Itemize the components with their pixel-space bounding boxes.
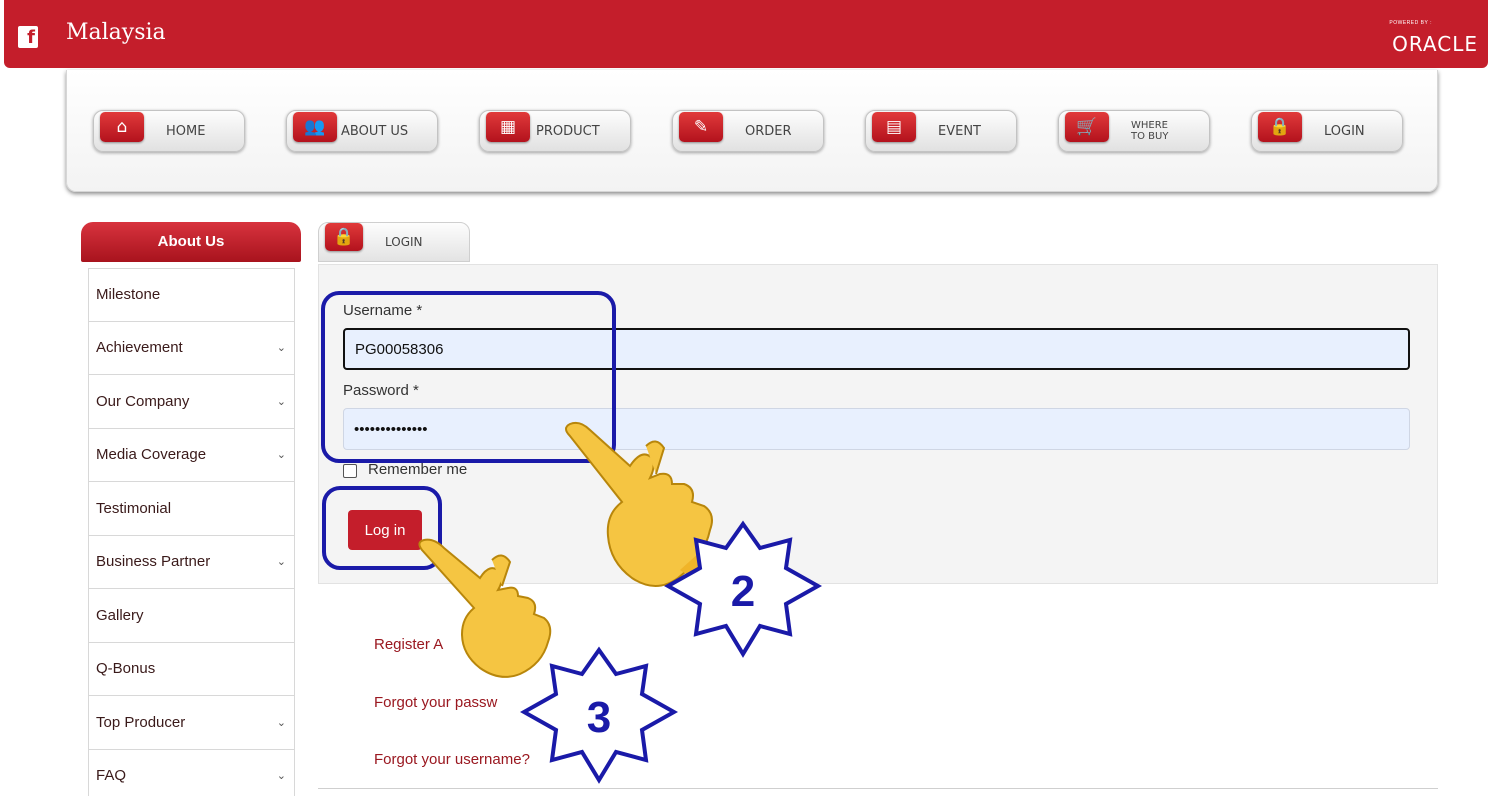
nav-home-label: HOME bbox=[166, 123, 206, 139]
nav-product-label: PRODUCT bbox=[536, 123, 600, 139]
header-bar: f Malaysia POWERED BY : ORACLE bbox=[4, 0, 1488, 68]
gift-icon: ▦ bbox=[486, 112, 530, 142]
sidebar-item-achievement[interactable]: Achievement ⌄ bbox=[88, 321, 295, 375]
sidebar-item-label: Gallery bbox=[96, 606, 144, 624]
sidebar-item-faq[interactable]: FAQ ⌄ bbox=[88, 749, 295, 796]
sidebar-item-label: Our Company bbox=[96, 392, 190, 410]
sidebar-item-testimonial[interactable]: Testimonial bbox=[88, 482, 295, 536]
sidebar-item-label: Top Producer bbox=[96, 713, 186, 731]
content-divider bbox=[318, 788, 1438, 789]
chevron-down-icon[interactable]: ⌄ bbox=[277, 448, 286, 461]
nav-order-button[interactable]: ✎ ORDER bbox=[672, 110, 824, 152]
step-2-star-badge: 2 bbox=[664, 520, 822, 658]
chevron-down-icon[interactable]: ⌄ bbox=[277, 769, 286, 782]
sidebar-item-label: Testimonial bbox=[96, 499, 172, 517]
calendar-icon: ▤ bbox=[872, 112, 916, 142]
people-icon: 👥 bbox=[293, 112, 337, 142]
sidebar-item-label: Achievement bbox=[96, 339, 183, 357]
step-3-label: 3 bbox=[587, 693, 611, 742]
order-form-icon: ✎ bbox=[679, 112, 723, 142]
nav-event-label: EVENT bbox=[938, 123, 981, 139]
oracle-logo: ORACLE bbox=[1392, 32, 1478, 56]
step-2-label: 2 bbox=[731, 567, 755, 616]
sidebar-item-label: Q-Bonus bbox=[96, 660, 156, 678]
nav-event-button[interactable]: ▤ EVENT bbox=[865, 110, 1017, 152]
remember-me-checkbox[interactable] bbox=[343, 464, 357, 478]
forgot-password-link[interactable]: Forgot your passw bbox=[374, 694, 497, 711]
sidebar-item-label: Media Coverage bbox=[96, 446, 207, 464]
step-3-star-badge: 3 bbox=[520, 646, 678, 784]
sidebar-item-gallery[interactable]: Gallery bbox=[88, 589, 295, 643]
nav-login-button[interactable]: 🔒 LOGIN bbox=[1251, 110, 1403, 152]
nav-where-to-buy-button[interactable]: 🛒 WHERE TO BUY bbox=[1058, 110, 1210, 152]
sidebar-item-our-company[interactable]: Our Company ⌄ bbox=[88, 375, 295, 429]
remember-me-label[interactable]: Remember me bbox=[368, 461, 467, 478]
brand-title[interactable]: Malaysia bbox=[66, 20, 166, 45]
powered-by-label: POWERED BY : bbox=[1389, 20, 1432, 26]
sidebar-item-milestone[interactable]: Milestone bbox=[88, 268, 295, 322]
facebook-icon[interactable]: f bbox=[18, 26, 38, 48]
sidebar-item-label: FAQ bbox=[96, 767, 127, 785]
cart-icon: 🛒 bbox=[1065, 112, 1109, 142]
sidebar-item-top-producer[interactable]: Top Producer ⌄ bbox=[88, 696, 295, 750]
nav-login-label: LOGIN bbox=[1324, 123, 1365, 139]
nav-product-button[interactable]: ▦ PRODUCT bbox=[479, 110, 631, 152]
sidebar-item-label: Milestone bbox=[96, 286, 161, 304]
chevron-down-icon[interactable]: ⌄ bbox=[277, 555, 286, 568]
sidebar-item-business-partner[interactable]: Business Partner ⌄ bbox=[88, 535, 295, 589]
chevron-down-icon[interactable]: ⌄ bbox=[277, 341, 286, 354]
forgot-username-link[interactable]: Forgot your username? bbox=[374, 751, 530, 768]
lock-icon: 🔒 bbox=[1258, 112, 1302, 142]
nav-about-button[interactable]: 👥 ABOUT US bbox=[286, 110, 438, 152]
lock-icon: 🔒 bbox=[325, 223, 363, 251]
nav-home-button[interactable]: ⌂ HOME bbox=[93, 110, 245, 152]
sidebar-item-q-bonus[interactable]: Q-Bonus bbox=[88, 642, 295, 696]
sidebar-heading[interactable]: About Us bbox=[81, 222, 301, 262]
chevron-down-icon[interactable]: ⌄ bbox=[277, 716, 286, 729]
nav-where-to-buy-label: WHERE TO BUY bbox=[1131, 120, 1169, 142]
nav-about-label: ABOUT US bbox=[341, 123, 409, 139]
login-section-tab[interactable]: 🔒 LOGIN bbox=[318, 222, 470, 262]
login-tab-label: LOGIN bbox=[385, 235, 423, 249]
main-nav: ⌂ HOME 👥 ABOUT US ▦ PRODUCT ✎ ORDER ▤ EV… bbox=[66, 70, 1438, 192]
sidebar-item-label: Business Partner bbox=[96, 553, 211, 571]
chevron-down-icon[interactable]: ⌄ bbox=[277, 395, 286, 408]
sidebar-menu: Milestone Achievement ⌄ Our Company ⌄ Me… bbox=[88, 268, 295, 796]
home-icon: ⌂ bbox=[100, 112, 144, 142]
nav-order-label: ORDER bbox=[745, 123, 792, 139]
sidebar-item-media-coverage[interactable]: Media Coverage ⌄ bbox=[88, 428, 295, 482]
